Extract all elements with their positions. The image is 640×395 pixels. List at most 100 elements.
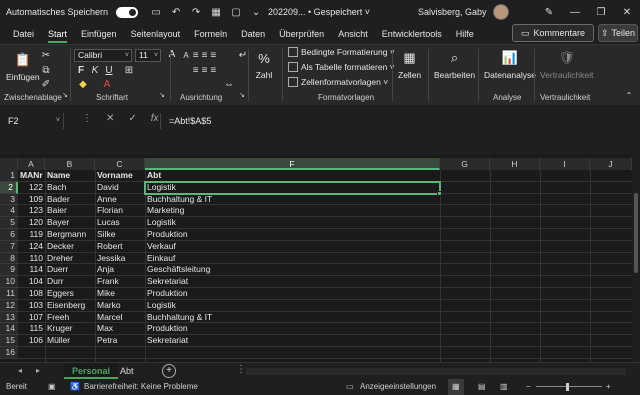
header-cell[interactable]: Vorname (95, 170, 145, 182)
page-layout-view-icon[interactable]: ▤ (478, 379, 486, 395)
data-analysis-button[interactable]: 📊 Datenanalyse (484, 49, 536, 80)
cell-manr[interactable]: 123 (18, 205, 45, 217)
column-header-b[interactable]: B (45, 158, 95, 170)
cell-abt[interactable]: Produktion (145, 323, 440, 335)
format-painter-icon[interactable]: ✐ (40, 78, 52, 92)
cell-abt[interactable]: Logistik (145, 217, 440, 229)
comments-button[interactable]: ▭ Kommentare (512, 24, 594, 42)
cell-abt[interactable]: Logistik (145, 182, 440, 194)
cell-name[interactable]: Bayer (45, 217, 95, 229)
horizontal-align-icons[interactable]: ≡≡≡ (176, 64, 236, 78)
avatar[interactable] (492, 4, 509, 20)
cut-icon[interactable]: ✂ (40, 49, 52, 63)
save-icon[interactable]: ▭ (148, 4, 164, 20)
fx-icon[interactable]: fx (151, 113, 159, 124)
cell-vorname[interactable]: Silke (95, 229, 145, 241)
row-header[interactable]: 10 (0, 276, 18, 288)
bold-icon[interactable]: F (76, 64, 86, 78)
cell-vorname[interactable]: Max (95, 323, 145, 335)
zoom-out-icon[interactable]: − (526, 379, 531, 395)
cell-abt[interactable]: Verkauf (145, 241, 440, 253)
cell-vorname[interactable]: Frank (95, 276, 145, 288)
cell-manr[interactable]: 107 (18, 312, 45, 324)
tab-daten[interactable]: Daten (234, 24, 272, 44)
more-icon[interactable]: ⋮ (82, 113, 92, 124)
font-name-select[interactable]: Calibri ˅ (74, 49, 132, 62)
row-header[interactable]: 6 (0, 229, 18, 241)
more-tabs-icon[interactable]: ⋮ (236, 364, 246, 375)
cell-name[interactable]: Bader (45, 194, 95, 206)
enter-icon[interactable]: ✓ (128, 113, 136, 124)
column-header-j[interactable]: J (590, 158, 632, 170)
zoom-slider[interactable] (536, 386, 602, 387)
italic-icon[interactable]: K (90, 64, 100, 78)
next-sheet-icon[interactable]: ▸ (36, 366, 40, 375)
format-as-table-button[interactable]: Als Tabelle formatieren ˅ (288, 62, 395, 72)
cell-manr[interactable]: 124 (18, 241, 45, 253)
horizontal-scrollbar[interactable] (246, 368, 626, 375)
cell-styles-button[interactable]: Zellenformatvorlagen ˅ (288, 77, 388, 87)
sheet-tab-personal[interactable]: Personal (64, 363, 119, 379)
spreadsheet-grid[interactable]: A B C F G H I J 1 MANr Name Vorname Abt 2 122 B… (0, 155, 632, 362)
row-header[interactable]: 1 (0, 170, 18, 182)
sheet-tab-abt[interactable]: Abt (112, 363, 142, 379)
font-size-select[interactable]: 11 ˅ (135, 49, 161, 62)
page-break-view-icon[interactable]: ▥ (500, 379, 508, 395)
sensitivity-button[interactable]: 🛡 Vertraulichkeit (540, 49, 593, 80)
border-icon[interactable]: ⊞ (122, 64, 136, 78)
header-cell[interactable]: Name (45, 170, 95, 182)
close-icon[interactable]: ✕ (614, 4, 640, 20)
cell-name[interactable]: Duerr (45, 264, 95, 276)
row-header[interactable]: 16 (0, 347, 18, 359)
cell-vorname[interactable]: Lucas (95, 217, 145, 229)
cell-manr[interactable]: 114 (18, 264, 45, 276)
cell-name[interactable]: Freeh (45, 312, 95, 324)
column-header-c[interactable]: C (95, 158, 145, 170)
cell-name[interactable]: Müller (45, 335, 95, 347)
formula-input[interactable]: =Abt!$A$5 (160, 113, 630, 129)
column-header-g[interactable]: G (440, 158, 490, 170)
row-header[interactable]: 11 (0, 288, 18, 300)
tab-formeln[interactable]: Formeln (187, 24, 234, 44)
cell-name[interactable]: Baier (45, 205, 95, 217)
cell-manr[interactable]: 122 (18, 182, 45, 194)
cell-vorname[interactable]: David (95, 182, 145, 194)
macro-record-icon[interactable]: ▣ (48, 379, 56, 395)
zoom-in-icon[interactable]: + (606, 379, 611, 395)
cell-vorname[interactable]: Robert (95, 241, 145, 253)
cell-vorname[interactable]: Anja (95, 264, 145, 276)
copy-icon[interactable]: ⧉ (40, 64, 52, 78)
number-format-button[interactable]: % Zahl (254, 49, 274, 81)
alignment-launcher-icon[interactable]: ↘ (238, 89, 246, 103)
cell-name[interactable]: Dreher (45, 253, 95, 265)
row-header[interactable]: 4 (0, 205, 18, 218)
minimize-icon[interactable]: — (562, 4, 588, 20)
row-header[interactable]: 13 (0, 311, 18, 324)
cells-button[interactable]: ▦ Zellen (398, 49, 421, 80)
pen-icon[interactable]: ✎ (536, 4, 562, 20)
cell-vorname[interactable]: Petra (95, 335, 145, 347)
undo-icon[interactable]: ↶ (168, 4, 184, 20)
font-launcher-icon[interactable]: ↘ (158, 89, 166, 103)
cell-abt[interactable]: Marketing (145, 205, 440, 217)
column-header-h[interactable]: H (490, 158, 540, 170)
cell-abt[interactable]: Geschäftsleitung (145, 264, 440, 276)
vertical-align-icons[interactable]: ≡≡≡ (176, 49, 236, 63)
cancel-icon[interactable]: ✕ (106, 113, 114, 124)
cell-name[interactable]: Kruger (45, 323, 95, 335)
column-header-a[interactable]: A (18, 158, 45, 170)
cell-abt[interactable]: Logistik (145, 300, 440, 312)
font-color-icon[interactable]: A (100, 78, 114, 92)
cell-vorname[interactable]: Marcel (95, 312, 145, 324)
tab-datei[interactable]: Datei (6, 24, 41, 44)
display-settings[interactable]: Anzeigeeinstellungen (360, 379, 436, 395)
column-header-f[interactable]: F (145, 158, 440, 170)
row-header[interactable]: 2 (0, 181, 18, 194)
conditional-formatting-button[interactable]: Bedingte Formatierung ˅ (288, 47, 395, 57)
cell-manr[interactable]: 110 (18, 253, 45, 265)
cell-vorname[interactable]: Marko (95, 300, 145, 312)
tab-hilfe[interactable]: Hilfe (449, 24, 481, 44)
user-account[interactable]: Salvisberg, Gaby (418, 0, 509, 24)
tab-entwicklertools[interactable]: Entwicklertools (375, 24, 449, 44)
cell-vorname[interactable]: Florian (95, 205, 145, 217)
